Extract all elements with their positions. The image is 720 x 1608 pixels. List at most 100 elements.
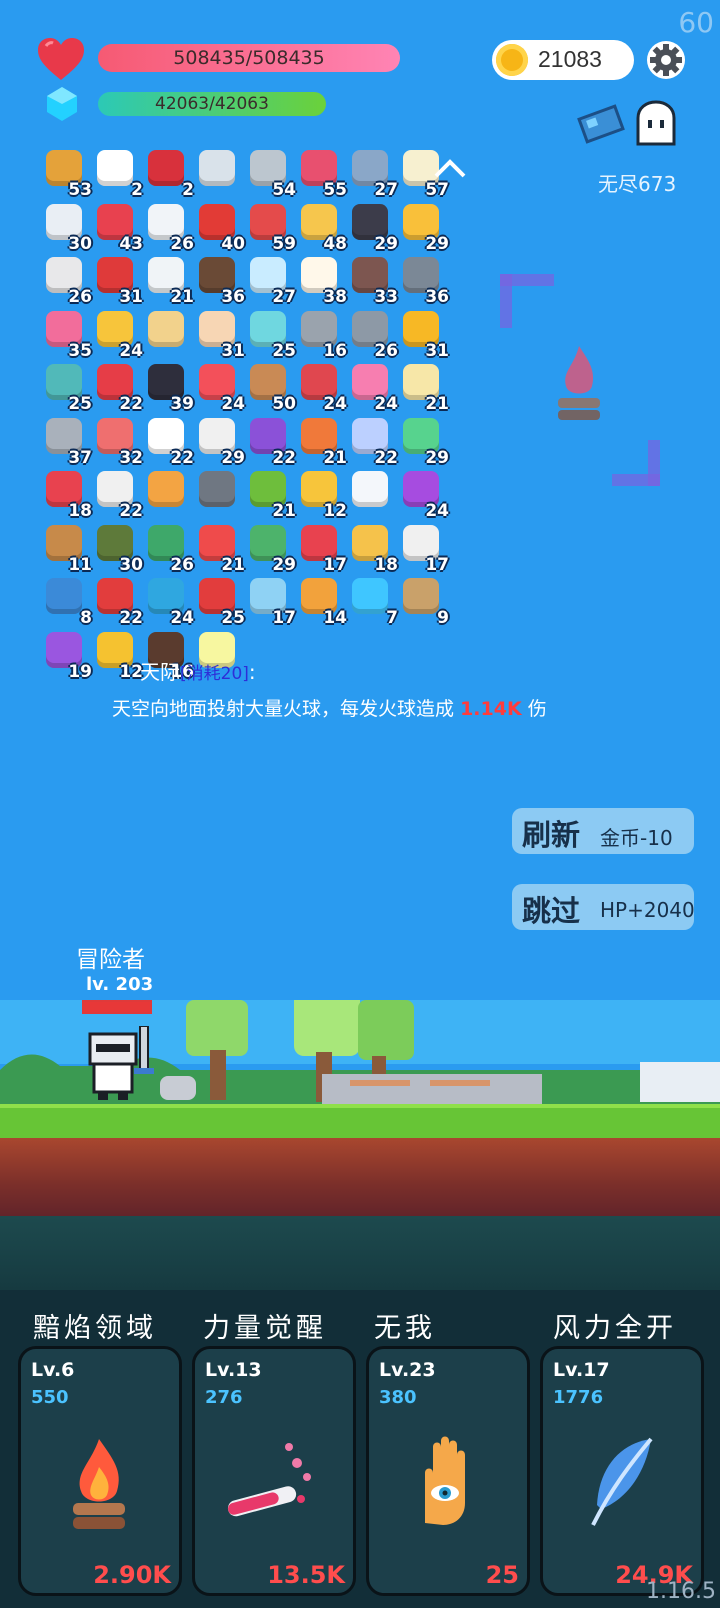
- inventory-item[interactable]: [146, 310, 192, 357]
- inventory-item[interactable]: 17: [248, 578, 296, 628]
- inventory-item[interactable]: 9: [401, 578, 449, 628]
- inventory-item[interactable]: 54: [248, 150, 296, 200]
- inventory-item[interactable]: 16: [299, 310, 347, 361]
- inventory-item[interactable]: 12: [95, 631, 143, 682]
- inventory-item[interactable]: 21: [299, 417, 347, 468]
- inventory-item[interactable]: 22: [95, 471, 143, 521]
- inventory-item[interactable]: 31: [197, 310, 245, 361]
- inventory-item[interactable]: 31: [401, 310, 449, 361]
- inventory-item[interactable]: 38: [299, 257, 347, 307]
- inventory-item[interactable]: 24: [146, 578, 194, 628]
- inventory-item[interactable]: [197, 471, 243, 517]
- inventory-item[interactable]: 11: [44, 524, 92, 575]
- inventory-item[interactable]: 18: [350, 524, 398, 575]
- heart-icon: [38, 38, 84, 80]
- inventory-item[interactable]: [350, 471, 396, 517]
- inventory-item[interactable]: 50: [248, 364, 296, 414]
- inventory-item[interactable]: 22: [350, 417, 398, 468]
- inventory-item[interactable]: 24: [95, 310, 143, 361]
- inventory-item[interactable]: 24: [299, 364, 347, 414]
- item-count: 40: [221, 233, 245, 254]
- inventory-item[interactable]: 29: [350, 203, 398, 254]
- ability-value: 380: [379, 1387, 417, 1408]
- inventory-item[interactable]: 26: [146, 203, 194, 254]
- inventory-item[interactable]: 24: [350, 364, 398, 414]
- item-count: 17: [425, 554, 449, 575]
- inventory-item[interactable]: 29: [401, 203, 449, 254]
- inventory-item[interactable]: 18: [44, 471, 92, 521]
- item-count: 7: [386, 608, 398, 628]
- inventory-item[interactable]: 22: [95, 578, 143, 628]
- ability-card-2[interactable]: Lv.23 380 25: [366, 1346, 530, 1596]
- inventory-item[interactable]: 21: [146, 257, 194, 307]
- inventory-item[interactable]: [197, 150, 243, 196]
- inventory-item[interactable]: 48: [299, 203, 347, 254]
- inventory-item[interactable]: 39: [146, 364, 194, 414]
- inventory-item[interactable]: 21: [401, 364, 449, 414]
- inventory-item[interactable]: 27: [350, 150, 398, 200]
- refresh-button[interactable]: 刷新 金币-10: [512, 808, 694, 854]
- inventory-item[interactable]: 59: [248, 203, 296, 254]
- inventory-item[interactable]: 2: [146, 150, 194, 200]
- inventory-item[interactable]: 32: [95, 417, 143, 468]
- inventory-item[interactable]: 26: [146, 524, 194, 575]
- item-count: 29: [272, 554, 296, 575]
- inventory-item[interactable]: 2: [95, 150, 143, 200]
- inventory-item[interactable]: 40: [197, 203, 245, 254]
- skip-button[interactable]: 跳过 HP+2040: [512, 884, 695, 930]
- inventory-item[interactable]: 25: [248, 310, 296, 361]
- inventory-item[interactable]: 22: [248, 417, 296, 468]
- inventory-item[interactable]: 26: [44, 257, 92, 307]
- ghost-icon[interactable]: [632, 100, 680, 148]
- gear-icon[interactable]: [646, 40, 686, 80]
- item-count: 25: [272, 340, 296, 361]
- item-count: 29: [425, 233, 449, 254]
- inventory-item[interactable]: 43: [95, 203, 143, 254]
- inventory-item[interactable]: 7: [350, 578, 398, 628]
- inventory-item[interactable]: 25: [197, 578, 245, 628]
- inventory-item[interactable]: 25: [44, 364, 92, 414]
- inventory-item[interactable]: 22: [146, 417, 194, 468]
- inventory-item[interactable]: 24: [197, 364, 245, 414]
- inventory-item[interactable]: 8: [44, 578, 92, 628]
- inventory-item[interactable]: 31: [95, 257, 143, 307]
- inventory-item[interactable]: 27: [248, 257, 296, 307]
- inventory-item[interactable]: 37: [44, 417, 92, 468]
- inventory-item[interactable]: 21: [248, 471, 296, 521]
- inventory-item[interactable]: 17: [401, 524, 449, 575]
- inventory-item[interactable]: 29: [401, 417, 449, 468]
- map-icon[interactable]: [574, 100, 628, 148]
- inventory-item[interactable]: 35: [44, 310, 92, 361]
- inventory-item[interactable]: 14: [299, 578, 347, 628]
- chevron-up-icon[interactable]: [430, 152, 470, 188]
- item-count: 24: [221, 394, 245, 414]
- inventory-item[interactable]: 36: [197, 257, 245, 307]
- inventory-item[interactable]: 36: [401, 257, 449, 307]
- inventory-item[interactable]: 33: [350, 257, 398, 307]
- item-count: 24: [323, 394, 347, 414]
- item-count: 53: [68, 180, 92, 200]
- item-count: 31: [119, 287, 143, 307]
- inventory-item[interactable]: 30: [95, 524, 143, 575]
- inventory-item[interactable]: 21: [197, 524, 245, 575]
- inventory-item[interactable]: 26: [350, 310, 398, 361]
- gem-icon: [352, 578, 388, 614]
- knight-player[interactable]: [84, 1026, 160, 1102]
- inventory-item[interactable]: 29: [197, 417, 245, 468]
- inventory-item[interactable]: 24: [401, 471, 449, 521]
- inventory-item[interactable]: 30: [44, 203, 92, 254]
- inventory-item[interactable]: 53: [44, 150, 92, 200]
- inventory-item[interactable]: 12: [299, 471, 347, 521]
- mp-bar: 42063/42063: [98, 92, 326, 116]
- inventory-item[interactable]: 17: [299, 524, 347, 575]
- ability-card-1[interactable]: Lv.13 276 13.5K: [192, 1346, 356, 1596]
- ability-card-0[interactable]: Lv.6 550 2.90K: [18, 1346, 182, 1596]
- inventory-item[interactable]: 22: [95, 364, 143, 414]
- inventory-item[interactable]: 55: [299, 150, 347, 200]
- noose-icon: [403, 578, 439, 614]
- inventory-item[interactable]: 19: [44, 631, 92, 682]
- inventory-item[interactable]: 29: [248, 524, 296, 575]
- ability-card-3[interactable]: Lv.17 1776 24.9K: [540, 1346, 704, 1596]
- item-count: 31: [425, 340, 449, 361]
- inventory-item[interactable]: [146, 471, 192, 517]
